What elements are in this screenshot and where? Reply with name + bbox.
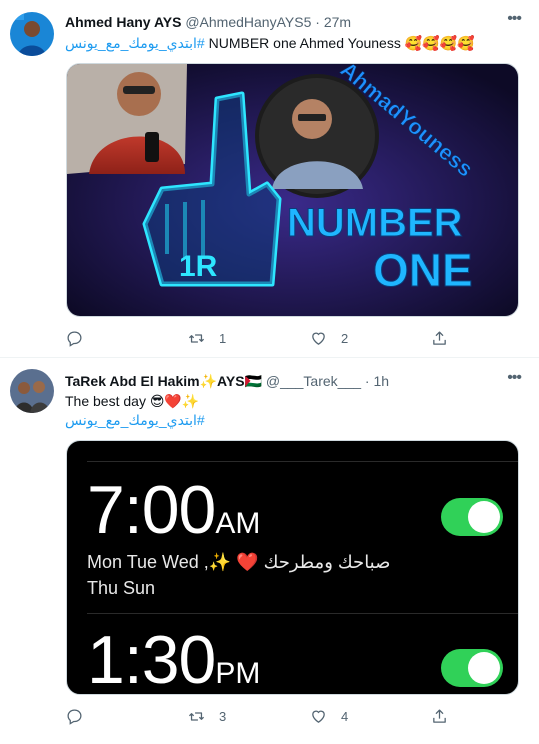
hashtag-link[interactable]: #ابتدي_يومك_مع_يونس bbox=[65, 412, 205, 428]
separator: · bbox=[364, 373, 370, 389]
like-count: 4 bbox=[341, 709, 349, 724]
reply-icon bbox=[66, 330, 83, 347]
like-count: 2 bbox=[341, 331, 349, 346]
alarm-time: 7:00AM bbox=[87, 475, 260, 559]
retweet-count: 3 bbox=[219, 709, 227, 724]
action-bar: 3 4 bbox=[66, 708, 466, 728]
display-name[interactable]: TaRek Abd El Hakim✨AYS🇵🇸 bbox=[65, 373, 262, 389]
tweet-text: #ابتدي_يومك_مع_يونس NUMBER one Ahmed You… bbox=[65, 34, 474, 53]
reply-icon bbox=[66, 708, 83, 725]
tweet-header: TaRek Abd El Hakim✨AYS🇵🇸 @___Tarek___ · … bbox=[65, 372, 389, 390]
display-name[interactable]: Ahmed Hany AYS bbox=[65, 14, 181, 30]
more-icon[interactable]: ••• bbox=[507, 10, 522, 28]
tweet-image[interactable]: 7:00AM Mon Tue Wed ,✨ ❤️ صباحك ومطرحك Th… bbox=[66, 440, 519, 695]
alarm-label: Mon Tue Wed ,✨ ❤️ صباحك ومطرحك bbox=[87, 552, 391, 572]
retweet-icon bbox=[188, 708, 205, 725]
separator: · bbox=[315, 14, 320, 30]
alarm-ampm: AM bbox=[215, 507, 261, 540]
retweet-button[interactable]: 1 bbox=[188, 330, 226, 347]
tweet-text-line2: #ابتدي_يومك_مع_يونس bbox=[65, 411, 205, 430]
tweet-body: The best day 😎❤️✨ bbox=[65, 393, 200, 409]
emoji-group: 🥰🥰🥰🥰 bbox=[404, 35, 475, 51]
tweet-header: Ahmed Hany AYS @AhmedHanyAYS5 · 27m bbox=[65, 13, 351, 31]
overlay-1r: 1R bbox=[179, 250, 218, 283]
share-button[interactable] bbox=[431, 330, 448, 347]
like-button[interactable]: 2 bbox=[310, 330, 348, 347]
alarm-toggle[interactable] bbox=[441, 498, 503, 536]
heart-icon bbox=[310, 708, 327, 725]
retweet-count: 1 bbox=[219, 331, 227, 346]
reply-button[interactable] bbox=[66, 330, 97, 347]
reply-button[interactable] bbox=[66, 708, 97, 725]
toggle-knob bbox=[468, 652, 500, 684]
toggle-knob bbox=[468, 501, 500, 533]
avatar[interactable] bbox=[10, 12, 54, 56]
retweet-button[interactable]: 3 bbox=[188, 708, 226, 725]
avatar[interactable] bbox=[10, 369, 54, 413]
handle[interactable]: @___Tarek___ bbox=[266, 373, 361, 389]
more-icon[interactable]: ••• bbox=[507, 369, 522, 387]
alarm-time-value: 1:30 bbox=[87, 622, 216, 695]
overlay-number: NUMBER bbox=[287, 201, 463, 245]
tweet-image[interactable]: 1R AhmadYouness NUMBER ONE bbox=[66, 63, 519, 317]
tweet[interactable]: Ahmed Hany AYS @AhmedHanyAYS5 · 27m ••• … bbox=[0, 0, 539, 357]
timestamp[interactable]: 1h bbox=[373, 373, 389, 389]
alarm-time-value: 7:00 bbox=[87, 472, 216, 548]
alarm-toggle[interactable] bbox=[441, 649, 503, 687]
handle[interactable]: @AhmedHanyAYS5 bbox=[185, 14, 311, 30]
alarm-divider bbox=[87, 461, 518, 462]
alarm-time: 1:30PM bbox=[87, 622, 261, 695]
heart-icon bbox=[310, 330, 327, 347]
hashtag-link[interactable]: #ابتدي_يومك_مع_يونس bbox=[65, 35, 205, 51]
tweet[interactable]: TaRek Abd El Hakim✨AYS🇵🇸 @___Tarek___ · … bbox=[0, 358, 539, 744]
share-icon bbox=[431, 330, 448, 347]
timestamp[interactable]: 27m bbox=[324, 14, 351, 30]
share-icon bbox=[431, 708, 448, 725]
retweet-icon bbox=[188, 330, 205, 347]
overlay-one: ONE bbox=[373, 244, 473, 296]
alarm-divider bbox=[87, 613, 518, 614]
alarm-ampm: PM bbox=[215, 657, 261, 690]
share-button[interactable] bbox=[431, 708, 448, 725]
tweet-body: NUMBER one Ahmed Youness bbox=[208, 35, 401, 51]
action-bar: 1 2 bbox=[66, 330, 466, 350]
like-button[interactable]: 4 bbox=[310, 708, 348, 725]
alarm-label-repeat: Thu Sun bbox=[87, 578, 156, 598]
